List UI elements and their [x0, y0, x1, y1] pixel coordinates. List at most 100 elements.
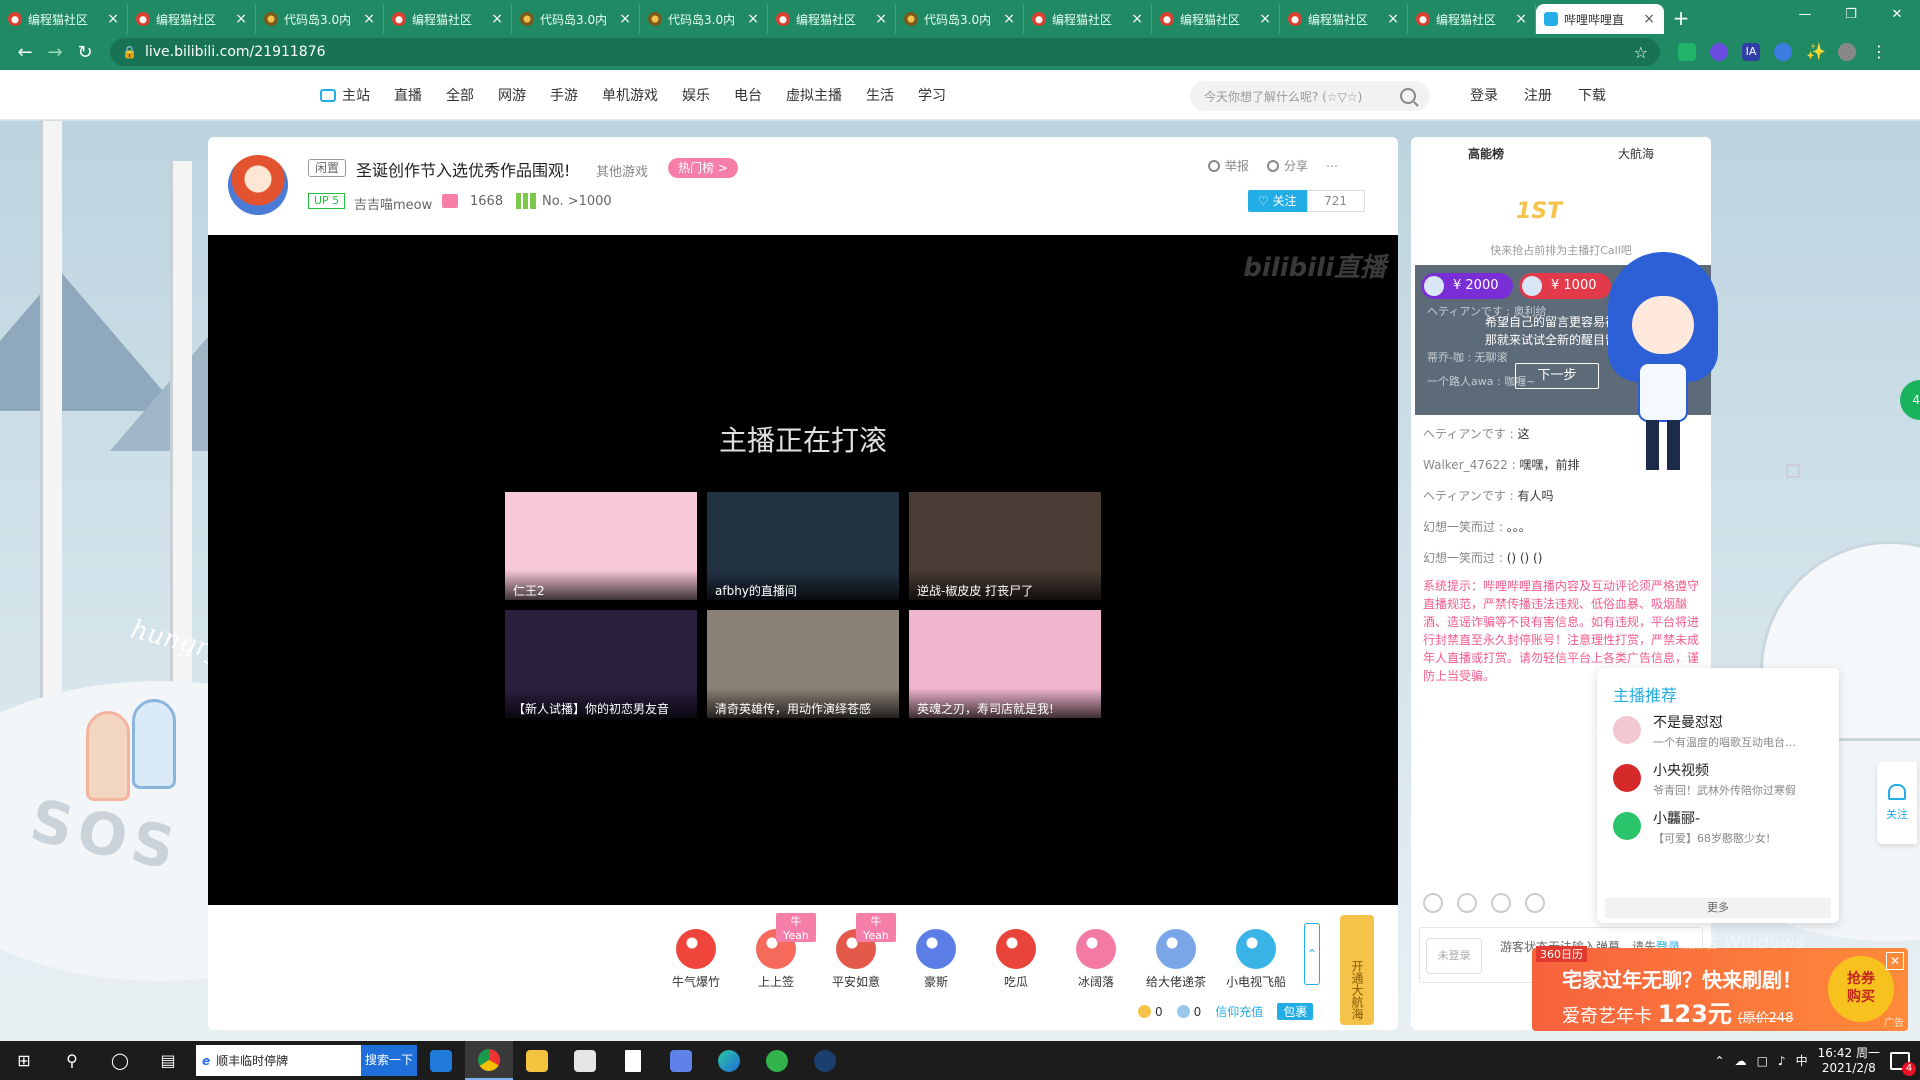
taskbar-search-input[interactable]: e 顺丰临时停牌	[196, 1045, 361, 1076]
extension-icon[interactable]	[1774, 43, 1792, 61]
back-icon[interactable]: ←	[10, 42, 40, 63]
feather-app-icon[interactable]	[657, 1041, 705, 1080]
profile-avatar[interactable]	[1838, 43, 1856, 61]
chat-user[interactable]: ヘティアンです :	[1423, 489, 1514, 503]
tab-captains[interactable]: 大航海	[1561, 137, 1711, 171]
gift-item[interactable]: 吃瓜	[976, 915, 1056, 990]
tray-expand-icon[interactable]: ⌃	[1715, 1054, 1725, 1068]
nav-item[interactable]: 网游	[498, 85, 526, 105]
share-button[interactable]: 分享	[1267, 157, 1308, 174]
gift-item[interactable]: 给大佬递茶	[1136, 915, 1216, 990]
recommended-room-card[interactable]: 逆战-椒皮皮 打丧尸了	[909, 492, 1101, 600]
streamer-avatar[interactable]	[228, 155, 288, 215]
recommended-room-card[interactable]: afbhy的直播间	[707, 492, 899, 600]
ime-indicator[interactable]: 中	[1796, 1052, 1808, 1069]
open-captain-button[interactable]: 开通大航海	[1340, 915, 1374, 1025]
download-link[interactable]: 下载	[1578, 85, 1606, 105]
recommended-room-card[interactable]: 清奇英雄传，用动作演绎苍感	[707, 610, 899, 718]
recharge-link[interactable]: 信仰充值	[1215, 1003, 1263, 1020]
360-browser-icon[interactable]	[753, 1041, 801, 1080]
browser-tab[interactable]: 编程猫社区 ×	[0, 4, 128, 34]
minimize-icon[interactable]: —	[1782, 0, 1828, 30]
lock-icon[interactable]: 🔒	[122, 45, 137, 59]
tab-close-icon[interactable]: ×	[619, 11, 631, 27]
gear-icon[interactable]	[1491, 893, 1511, 913]
notification-icon[interactable]: 4	[1890, 1051, 1916, 1076]
browser-tab[interactable]: 代码岛3.0内 ×	[896, 4, 1024, 34]
tab-close-icon[interactable]: ×	[1131, 11, 1143, 27]
gift-item[interactable]: 小电视飞船	[1216, 915, 1296, 990]
browser-tab[interactable]: 代码岛3.0内 ×	[512, 4, 640, 34]
recommended-streamer[interactable]: 不是曼怼怼 一个有温度的唱歌互动电台…	[1613, 712, 1833, 762]
gift-item[interactable]: 牛Yeah 上上签	[736, 913, 816, 990]
expand-icon[interactable]	[1786, 464, 1800, 478]
search-icon[interactable]: ⚲	[48, 1041, 96, 1080]
extension-icon[interactable]	[1678, 43, 1696, 61]
nav-item[interactable]: 生活	[866, 85, 894, 105]
nav-item[interactable]: 电台	[734, 85, 762, 105]
document-icon[interactable]	[609, 1041, 657, 1080]
file-explorer-icon[interactable]	[513, 1041, 561, 1080]
nav-item[interactable]: 虚拟主播	[786, 85, 842, 105]
emoji-icon[interactable]	[1423, 893, 1443, 913]
tab-close-icon[interactable]: ×	[235, 11, 247, 27]
mascot-character[interactable]	[1608, 252, 1718, 472]
chat-user[interactable]: ヘティアンです :	[1423, 427, 1514, 441]
task-view-icon[interactable]: ▤	[144, 1041, 192, 1080]
search-icon[interactable]	[1400, 88, 1416, 104]
tab-high-energy[interactable]: 高能榜	[1411, 137, 1561, 171]
recommended-streamer[interactable]: 小央视频 爷青回！武林外传陪你过寒假	[1613, 760, 1833, 810]
ad-buy-button[interactable]: 抢券 购买	[1828, 956, 1894, 1022]
windows-start-icon[interactable]: ⊞	[0, 1041, 48, 1080]
browser-tab[interactable]: 编程猫社区 ×	[384, 4, 512, 34]
streamer-name[interactable]: 吉吉喵meow	[354, 194, 432, 213]
nav-item[interactable]: 娱乐	[682, 85, 710, 105]
register-link[interactable]: 注册	[1524, 85, 1552, 105]
ad-popup[interactable]: 360日历 宅家过年无聊？快来刷剧！ 爱奇艺年卡 123元 (原价248 抢券 …	[1532, 932, 1908, 1031]
tab-close-icon[interactable]: ×	[747, 11, 759, 27]
address-bar[interactable]: 🔒 live.bilibili.com/21911876 ☆	[110, 38, 1660, 66]
side-follow-button[interactable]: 关注	[1877, 762, 1917, 844]
tab-close-icon[interactable]: ×	[1643, 11, 1655, 27]
browser-tab[interactable]: 编程猫社区 ×	[1408, 4, 1536, 34]
chrome-app-icon[interactable]	[465, 1041, 513, 1080]
tab-close-icon[interactable]: ×	[107, 11, 119, 27]
gift-item[interactable]: 牛气爆竹	[656, 915, 736, 990]
login-link[interactable]: 登录	[1470, 85, 1498, 105]
gift-scroll-up-button[interactable]: ⌃	[1304, 923, 1320, 985]
browser-tab[interactable]: 编程猫社区 ×	[1024, 4, 1152, 34]
recommended-streamer[interactable]: 小龘郦- 【可爱】68岁憨憨少女!	[1613, 808, 1833, 858]
chat-user[interactable]: 幻想一笑而过 :	[1423, 551, 1503, 565]
tab-close-icon[interactable]: ×	[1259, 11, 1271, 27]
steam-app-icon[interactable]	[801, 1041, 849, 1080]
room-category[interactable]: 其他游戏	[596, 161, 648, 180]
nav-item[interactable]: 直播	[394, 85, 422, 105]
network-icon[interactable]: □	[1757, 1054, 1768, 1068]
tab-close-icon[interactable]: ×	[491, 11, 503, 27]
next-step-button[interactable]: 下一步	[1515, 363, 1599, 389]
volume-icon[interactable]: ♪	[1778, 1054, 1786, 1068]
tab-close-icon[interactable]: ×	[1515, 11, 1527, 27]
tab-close-icon[interactable]: ×	[1003, 11, 1015, 27]
recommended-room-card[interactable]: 英魂之刃，寿司店就是我!	[909, 610, 1101, 718]
browser-tab[interactable]: 编程猫社区 ×	[1280, 4, 1408, 34]
recommended-room-card[interactable]: 【新人试播】你的初恋男友音	[505, 610, 697, 718]
follow-button[interactable]: ♡ 关注	[1248, 190, 1307, 212]
tab-close-icon[interactable]: ×	[875, 11, 887, 27]
close-icon[interactable]: ✕	[1886, 952, 1904, 970]
cloud-icon[interactable]: ☁	[1735, 1054, 1747, 1068]
gift-item[interactable]: 牛Yeah 平安如意	[816, 913, 896, 990]
puzzle-icon[interactable]: ✨	[1806, 43, 1826, 61]
package-button[interactable]: 包裹	[1277, 1003, 1314, 1020]
mail-app-icon[interactable]	[417, 1041, 465, 1080]
hot-rank-badge[interactable]: 热门榜 >	[668, 158, 738, 178]
tab-close-icon[interactable]: ×	[363, 11, 375, 27]
extension-ia-icon[interactable]: IA	[1742, 43, 1760, 61]
video-player[interactable]: bilibili直播 主播正在打滚 仁王2 afbhy的直播间 逆战-椒皮皮 打丧尸…	[208, 235, 1398, 905]
forward-icon[interactable]: →	[40, 42, 70, 63]
nav-item[interactable]: 全部	[446, 85, 474, 105]
card-icon[interactable]	[1525, 893, 1545, 913]
bookmark-star-icon[interactable]: ☆	[1634, 43, 1648, 62]
recommended-room-card[interactable]: 仁王2	[505, 492, 697, 600]
clock[interactable]: 16:42 周一 2021/2/8	[1818, 1046, 1880, 1076]
